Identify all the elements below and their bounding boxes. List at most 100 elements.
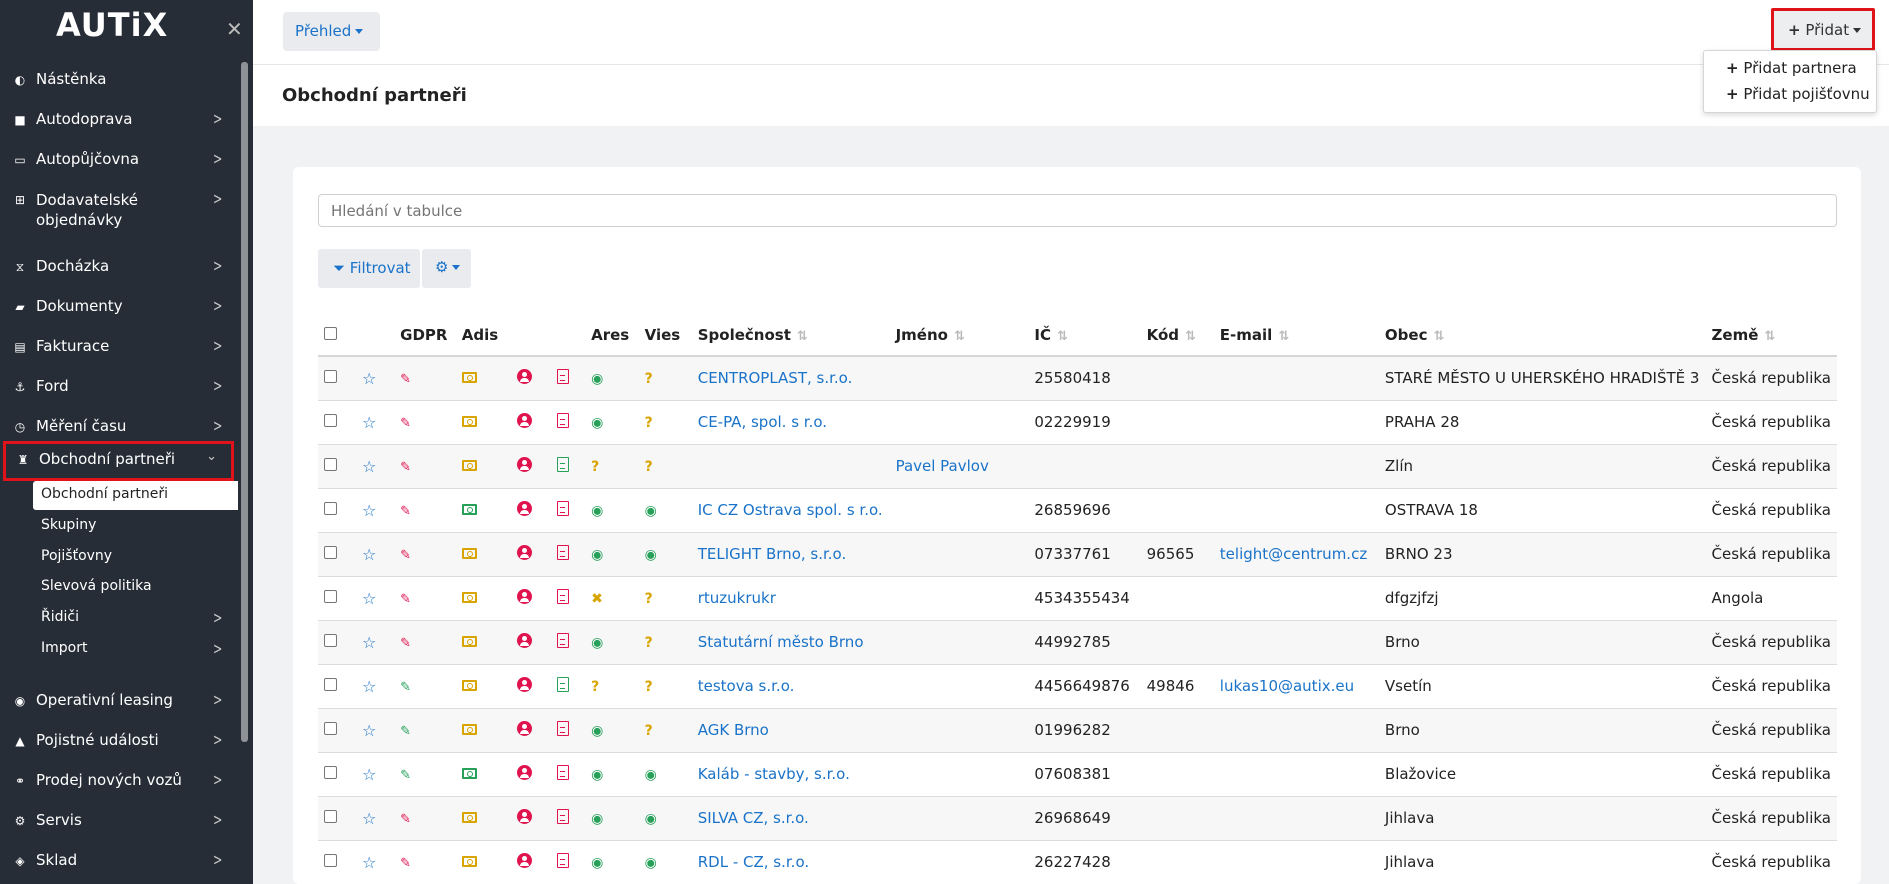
row-checkbox[interactable]: [324, 414, 337, 427]
table-row[interactable]: ☆ ✎?? Pavel Pavlov Zlín Česká republika: [318, 444, 1837, 489]
star-icon[interactable]: ☆: [362, 765, 376, 784]
document-icon[interactable]: [556, 500, 569, 516]
company-link[interactable]: Statutární město Brno: [698, 633, 864, 651]
email-link[interactable]: telight@centrum.cz: [1220, 545, 1367, 563]
header-zeme[interactable]: Země ⇅: [1705, 314, 1837, 357]
user-circle-icon[interactable]: [516, 412, 532, 428]
header-company[interactable]: Společnost ⇅: [691, 314, 890, 357]
money-icon[interactable]: [461, 548, 477, 559]
document-icon[interactable]: [556, 632, 569, 648]
pencil-icon[interactable]: ✎: [400, 416, 411, 431]
table-row[interactable]: ☆ ✎ ✖? rtuzukrukr 4534355434 dfgzjfzj Angola: [318, 576, 1837, 621]
sidebar-item-prodej-novych-vozu[interactable]: ⚭ Prodej nových vozů >: [0, 764, 238, 800]
eye-icon[interactable]: ◉: [591, 371, 603, 387]
money-icon[interactable]: [461, 680, 477, 691]
star-icon[interactable]: ☆: [362, 413, 376, 432]
eye-icon[interactable]: ◉: [645, 547, 657, 563]
money-icon[interactable]: [461, 416, 477, 427]
sidebar-item-servis[interactable]: ⚙ Servis >: [0, 804, 238, 840]
pencil-icon[interactable]: ✎: [400, 680, 411, 695]
sidebar-item-autopujcovna[interactable]: ▭ Autopůjčovna >: [0, 143, 238, 179]
company-link[interactable]: CENTROPLAST, s.r.o.: [698, 369, 853, 387]
sidebar-item-fakturace[interactable]: ▤ Fakturace >: [0, 330, 238, 366]
star-icon[interactable]: ☆: [362, 809, 376, 828]
overview-dropdown-button[interactable]: Přehled: [283, 12, 380, 51]
pencil-icon[interactable]: ✎: [400, 636, 411, 651]
pencil-icon[interactable]: ✎: [400, 812, 411, 827]
eye-icon[interactable]: ◉: [645, 855, 657, 871]
pencil-icon[interactable]: ✎: [400, 504, 411, 519]
star-icon[interactable]: ☆: [362, 501, 376, 520]
user-circle-icon[interactable]: [516, 676, 532, 692]
document-icon[interactable]: [556, 852, 569, 868]
select-all-checkbox[interactable]: [324, 326, 337, 340]
company-link[interactable]: TELIGHT Brno, s.r.o.: [698, 545, 847, 563]
document-icon[interactable]: [556, 368, 569, 384]
row-checkbox[interactable]: [324, 854, 337, 867]
user-circle-icon[interactable]: [516, 544, 532, 560]
table-search-input[interactable]: [318, 194, 1837, 227]
pencil-icon[interactable]: ✎: [400, 768, 411, 783]
sidebar-item-autodoprava[interactable]: ■ Autodoprava >: [0, 103, 238, 139]
eye-icon[interactable]: ◉: [645, 811, 657, 827]
table-row[interactable]: ☆ ✎?? testova s.r.o. 4456649876 49846 lukas10…: [318, 664, 1837, 709]
sidebar-item-pojistne-udalosti[interactable]: ▲ Pojistné události >: [0, 724, 238, 760]
header-kod[interactable]: Kód ⇅: [1140, 314, 1214, 357]
subitem-slevova-politika[interactable]: Slevová politika: [33, 573, 238, 602]
document-icon[interactable]: [556, 412, 569, 428]
company-link[interactable]: rtuzukrukr: [698, 589, 776, 607]
eye-icon[interactable]: ◉: [591, 635, 603, 651]
row-checkbox[interactable]: [324, 502, 337, 515]
person-name-link[interactable]: Pavel Pavlov: [896, 457, 989, 475]
sidebar-item-sklad[interactable]: ◈ Sklad >: [0, 844, 238, 880]
sidebar-scrollbar[interactable]: [241, 62, 248, 742]
user-circle-icon[interactable]: [516, 720, 532, 736]
table-row[interactable]: ☆ ✎ ◉ ◉ SILVA CZ, s.r.o. 26968649 Jihlava Česká…: [318, 796, 1837, 841]
document-icon[interactable]: [556, 544, 569, 560]
table-row[interactable]: ☆ ✎ ◉? Statutární město Brno 44992785 Brno Čes…: [318, 620, 1837, 665]
user-circle-icon[interactable]: [516, 632, 532, 648]
money-icon[interactable]: [461, 372, 477, 384]
sidebar-item-dochazka[interactable]: ⧖ Docházka >: [0, 250, 238, 286]
user-circle-icon[interactable]: [516, 808, 532, 824]
pencil-icon[interactable]: ✎: [400, 856, 411, 871]
subitem-obchodni-partneri[interactable]: Obchodní partneři: [33, 481, 238, 510]
menu-item-add-partner[interactable]: + Přidat partnera: [1726, 59, 1857, 77]
company-link[interactable]: CE-PA, spol. s r.o.: [698, 413, 827, 431]
row-checkbox[interactable]: [324, 590, 337, 603]
star-icon[interactable]: ☆: [362, 721, 376, 740]
eye-icon[interactable]: ◉: [591, 723, 603, 739]
table-row[interactable]: ☆ ✎ ◉ ◉ RDL - CZ, s.r.o. 26227428 Jihlava Česká…: [318, 840, 1837, 884]
row-checkbox[interactable]: [324, 370, 337, 384]
eye-icon[interactable]: ◉: [591, 503, 603, 519]
eye-icon[interactable]: ◉: [591, 811, 603, 827]
eye-icon[interactable]: ◉: [645, 503, 657, 519]
row-checkbox[interactable]: [324, 546, 337, 559]
pencil-icon[interactable]: ✎: [400, 548, 411, 563]
document-icon[interactable]: [556, 588, 569, 604]
document-icon[interactable]: [556, 808, 569, 824]
document-icon[interactable]: [556, 456, 569, 472]
user-circle-icon[interactable]: [516, 500, 532, 516]
eye-icon[interactable]: ◉: [591, 547, 603, 563]
settings-dropdown-button[interactable]: ⚙: [422, 249, 471, 288]
money-icon[interactable]: [461, 636, 477, 647]
header-vies[interactable]: Vies: [638, 314, 692, 357]
company-link[interactable]: AGK Brno: [698, 721, 769, 739]
sidebar-item-obchodni-partneri[interactable]: ♜ Obchodní partneři ⌄: [3, 441, 234, 481]
header-name[interactable]: Jméno ⇅: [889, 314, 1029, 357]
close-icon[interactable]: ✕: [226, 19, 243, 39]
table-row[interactable]: ☆ ✎ ◉? CE-PA, spol. s r.o. 02229919 PRAHA 28 Č…: [318, 400, 1837, 445]
row-checkbox[interactable]: [324, 458, 337, 471]
eye-icon[interactable]: ◉: [591, 855, 603, 871]
sidebar-item-ford[interactable]: ⚓ Ford >: [0, 370, 238, 406]
header-gdpr[interactable]: GDPR: [394, 314, 456, 357]
pencil-icon[interactable]: ✎: [400, 724, 411, 739]
sidebar-item-dokumenty[interactable]: ▰ Dokumenty >: [0, 290, 238, 326]
company-link[interactable]: RDL - CZ, s.r.o.: [698, 853, 809, 871]
star-icon[interactable]: ☆: [362, 369, 376, 388]
document-icon[interactable]: [556, 720, 569, 736]
pencil-icon[interactable]: ✎: [400, 372, 411, 387]
star-icon[interactable]: ☆: [362, 589, 376, 608]
row-checkbox[interactable]: [324, 634, 337, 647]
